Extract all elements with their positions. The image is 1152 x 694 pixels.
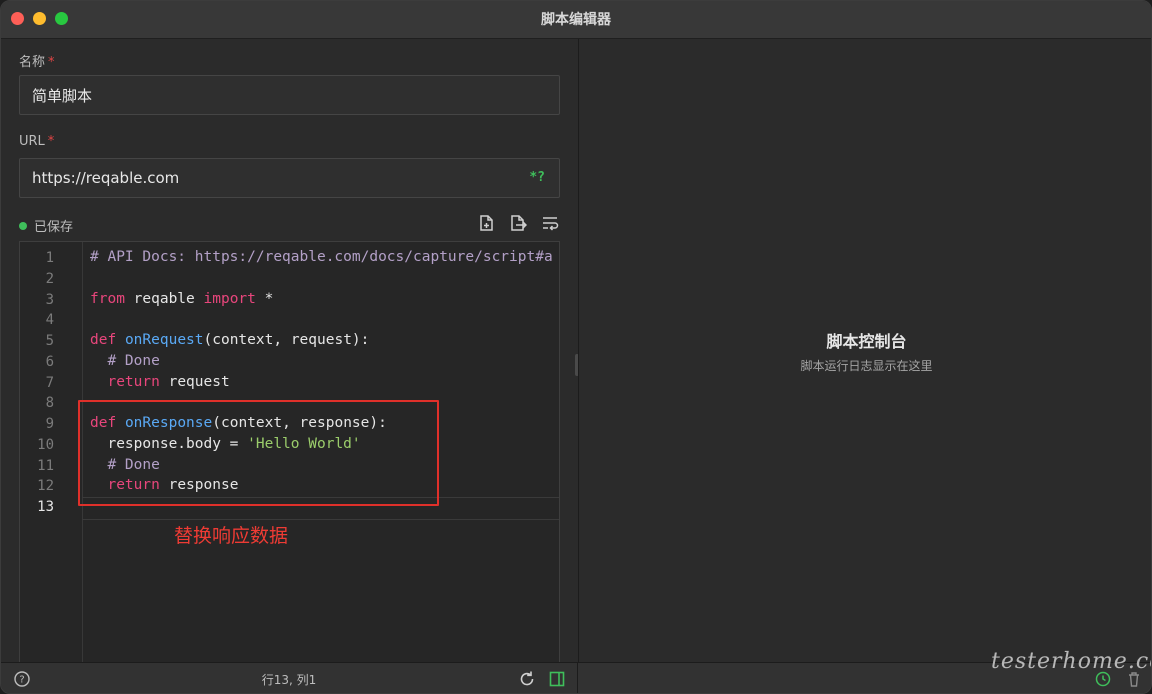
code-token: import (203, 290, 256, 307)
script-console-panel: 脚本控制台 脚本运行日志显示在这里 (578, 39, 1151, 662)
line-number: 6 (45, 353, 54, 370)
name-label: 名称 * (19, 51, 55, 70)
code-token: reqable (124, 290, 204, 307)
line-number: 1 (45, 250, 54, 266)
line-number: 13 (37, 499, 54, 515)
line-number: 12 (37, 478, 54, 495)
line-number: 8 (45, 395, 54, 412)
code-token: def (90, 332, 117, 348)
refresh-icon[interactable] (518, 670, 536, 688)
line-number: 5 (45, 333, 54, 349)
regex-toggle-button[interactable]: *? (529, 170, 545, 185)
code-line: def onRequest(context, request): (90, 332, 369, 348)
title-bar: 脚本编辑器 (1, 1, 1151, 39)
word-wrap-icon[interactable] (541, 214, 559, 232)
line-number: 2 (45, 270, 54, 287)
line-number: 10 (37, 436, 54, 453)
name-label-text: 名称 (19, 55, 46, 70)
line-number: 9 (45, 416, 54, 432)
name-field[interactable] (19, 75, 560, 115)
code-token: onRequest (124, 332, 204, 348)
annotation-highlight-box (78, 400, 439, 506)
code-token: from (90, 290, 125, 307)
watermark: testerhome.com (991, 649, 1151, 674)
code-token: return (107, 373, 160, 390)
export-file-icon[interactable] (509, 214, 527, 232)
status-bar: ? 行13, 列1 (1, 662, 1151, 693)
code-token: (context, request): (203, 332, 370, 348)
url-label-text: URL (19, 134, 45, 149)
line-number: 11 (37, 457, 54, 474)
required-mark: * (48, 55, 55, 70)
code-line: return request (90, 373, 230, 390)
saved-status-dot-icon (19, 221, 27, 230)
window-title: 脚本编辑器 (541, 12, 611, 28)
code-token: # API Docs: https://reqable.com/docs/cap… (90, 249, 553, 265)
required-mark: * (47, 134, 55, 149)
code-token: # Done (90, 352, 160, 369)
line-number: 7 (45, 374, 54, 391)
saved-status-text: 已保存 (34, 220, 74, 235)
status-bar-divider (577, 663, 578, 693)
code-line: # API Docs: https://reqable.com/docs/cap… (90, 249, 553, 265)
console-title: 脚本控制台 (826, 332, 907, 351)
url-input[interactable] (20, 159, 510, 197)
code-line: # Done (90, 352, 160, 369)
cursor-position: 行13, 列1 (261, 673, 317, 687)
toggle-console-panel-icon[interactable] (548, 670, 566, 688)
annotation-text: 替换响应数据 (174, 525, 289, 547)
code-line: from reqable import * (90, 291, 273, 307)
save-status: 已保存 (19, 216, 73, 235)
line-number-gutter: 1 2 3 4 5 6 7 8 9 10 11 12 13 (20, 242, 83, 662)
code-token: * (255, 290, 274, 307)
line-number: 4 (45, 312, 54, 329)
code-token: request (159, 373, 230, 390)
url-field[interactable]: *? (19, 158, 560, 198)
line-number: 3 (45, 291, 54, 308)
script-editor-window: 脚本编辑器 名称* URL* *? 已保存 (0, 0, 1152, 694)
name-input[interactable] (20, 76, 510, 114)
script-form-panel: 名称* URL* *? 已保存 1234567891011121 (1, 39, 577, 662)
new-file-icon[interactable] (477, 214, 495, 232)
console-subtitle: 脚本运行日志显示在这里 (800, 359, 933, 373)
url-label: URL * (19, 134, 54, 149)
